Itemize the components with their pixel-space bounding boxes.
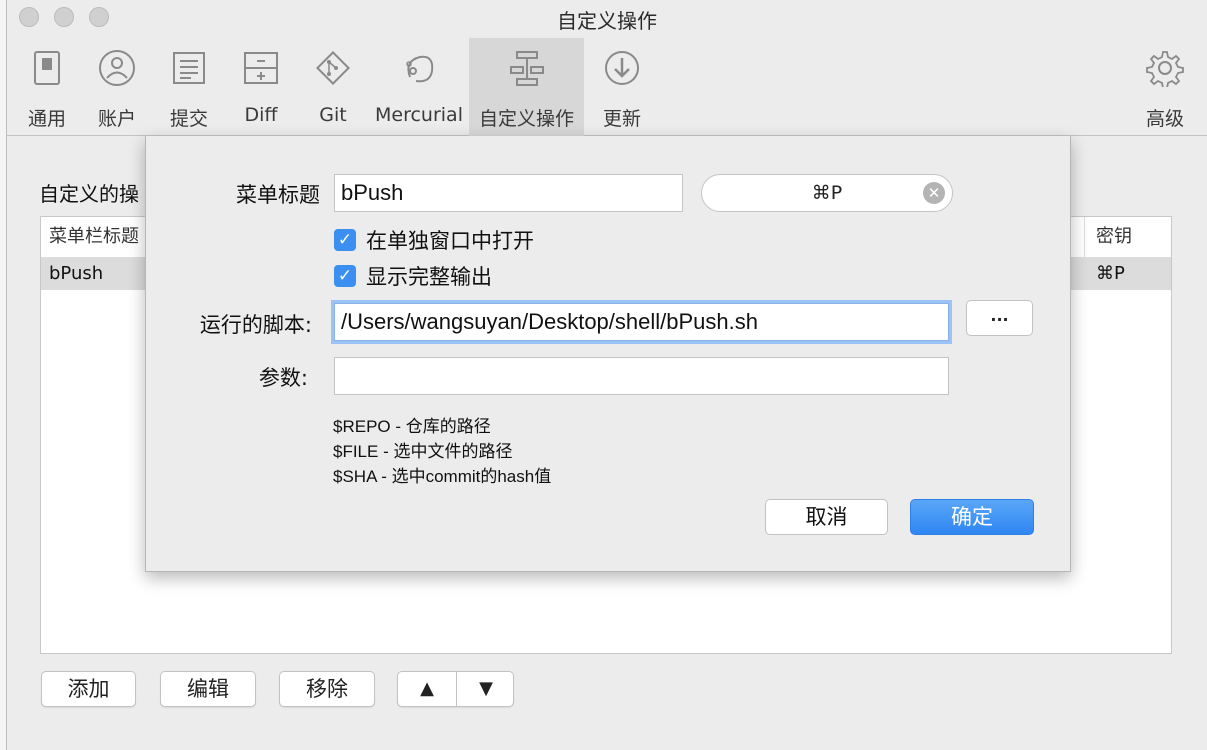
tab-update-label: 更新: [602, 108, 641, 130]
tab-commit-label: 提交: [169, 108, 208, 130]
move-up-button[interactable]: ▲: [398, 672, 456, 706]
menu-title-label: 菜单标题: [236, 183, 320, 207]
tab-advanced[interactable]: 高级: [1133, 38, 1197, 136]
column-header-menu-title[interactable]: 菜单栏标题: [49, 217, 139, 257]
column-separator: [1084, 217, 1085, 257]
move-down-button[interactable]: ▼: [457, 672, 515, 706]
tab-custom-actions-label: 自定义操作: [478, 108, 574, 130]
tab-general-label: 通用: [27, 108, 66, 130]
show-full-output-checkbox[interactable]: ✓: [334, 265, 356, 287]
show-full-output-label: 显示完整输出: [366, 265, 492, 289]
script-path-input[interactable]: /Users/wangsuyan/Desktop/shell/bPush.sh: [334, 303, 949, 341]
tab-update[interactable]: 更新: [590, 38, 654, 136]
diff-icon: [241, 48, 281, 88]
gear-icon: [1145, 48, 1185, 88]
tab-accounts-label: 账户: [97, 108, 136, 130]
cancel-button[interactable]: 取消: [765, 499, 888, 535]
tab-advanced-label: 高级: [1145, 108, 1184, 130]
git-icon: [313, 48, 353, 88]
update-icon: [602, 48, 642, 88]
column-header-key[interactable]: 密钥: [1096, 217, 1132, 257]
tab-commit[interactable]: 提交: [157, 38, 221, 136]
add-button[interactable]: 添加: [41, 671, 136, 707]
script-label: 运行的脚本:: [199, 313, 312, 337]
tab-accounts[interactable]: 账户: [85, 38, 149, 136]
account-icon: [97, 48, 137, 88]
browse-script-button[interactable]: ...: [966, 300, 1033, 336]
tab-diff[interactable]: Diff: [229, 38, 293, 136]
clear-shortcut-icon[interactable]: ✕: [923, 182, 945, 204]
ok-button[interactable]: 确定: [910, 499, 1034, 535]
reorder-control: ▲ ▼: [397, 671, 514, 707]
hint-file: $FILE - 选中文件的路径: [333, 442, 513, 461]
remove-button[interactable]: 移除: [279, 671, 375, 707]
tab-mercurial-label: Mercurial: [375, 104, 463, 126]
hint-repo: $REPO - 仓库的路径: [333, 417, 491, 436]
shortcut-value: ⌘P: [811, 182, 843, 204]
tab-mercurial[interactable]: Mercurial: [371, 38, 467, 136]
title-bar: 自定义操作: [7, 0, 1207, 38]
row-title-cell: bPush: [49, 263, 104, 284]
tab-git[interactable]: Git: [301, 38, 365, 136]
tab-diff-label: Diff: [244, 104, 278, 126]
preferences-window: 自定义操作 通用 账户 提交 Diff Git Mercurial 自定义操作 …: [6, 0, 1207, 750]
commit-icon: [169, 48, 209, 88]
hint-sha: $SHA - 选中commit的hash值: [333, 467, 552, 486]
custom-actions-icon: [507, 48, 547, 88]
section-title: 自定义的操: [39, 182, 139, 206]
menu-title-input[interactable]: bPush: [334, 174, 683, 212]
tab-general[interactable]: 通用: [15, 38, 79, 136]
mercurial-icon: [399, 48, 439, 88]
preferences-toolbar: 通用 账户 提交 Diff Git Mercurial 自定义操作 更新 高级: [7, 38, 1207, 136]
tab-custom-actions[interactable]: 自定义操作: [469, 38, 584, 136]
shortcut-recorder[interactable]: ⌘P ✕: [701, 174, 953, 212]
tab-git-label: Git: [319, 104, 347, 126]
window-title: 自定义操作: [557, 9, 657, 33]
edit-button[interactable]: 编辑: [160, 671, 256, 707]
switch-icon: [27, 48, 67, 88]
params-input[interactable]: [334, 357, 949, 395]
open-separate-window-label: 在单独窗口中打开: [366, 229, 534, 253]
row-key-cell: ⌘P: [1096, 263, 1125, 284]
open-separate-window-checkbox[interactable]: ✓: [334, 229, 356, 251]
edit-action-sheet: 菜单标题 bPush ⌘P ✕ ✓ 在单独窗口中打开 ✓ 显示完整输出 运行的脚…: [145, 136, 1071, 572]
params-label: 参数:: [258, 366, 308, 390]
